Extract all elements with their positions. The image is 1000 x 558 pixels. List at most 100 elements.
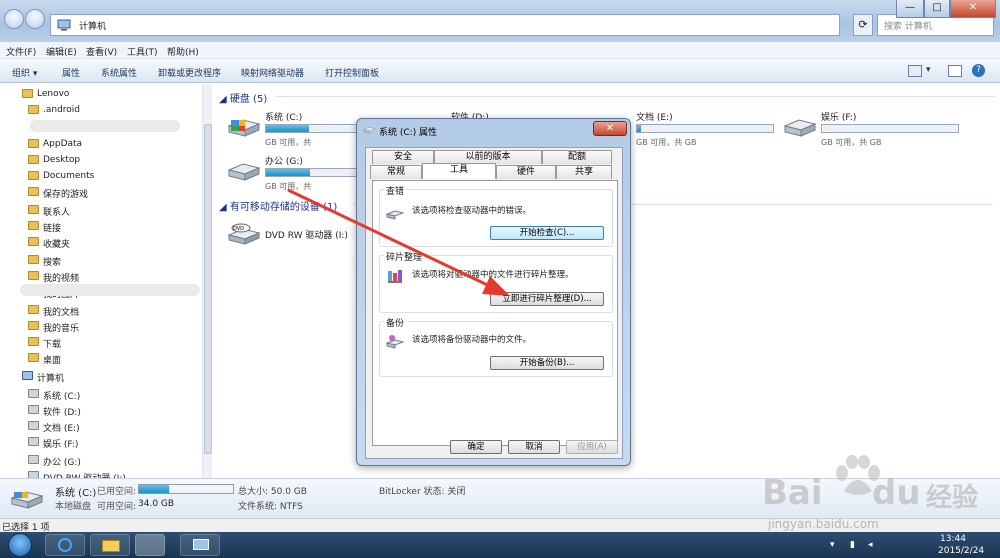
tab-quota[interactable]: 配额 xyxy=(542,150,612,164)
drive-icon xyxy=(28,405,39,414)
tray-volume-icon[interactable]: ◂ xyxy=(868,540,873,550)
sidebar-item-label: 下载 xyxy=(43,340,62,350)
details-free-value: 34.0 GB xyxy=(138,499,175,509)
taskbar-explorer-icon[interactable] xyxy=(90,534,130,556)
address-text: 计算机 xyxy=(79,22,107,32)
sidebar-item-label: 系统 (C:) xyxy=(43,392,81,402)
drive-f-name: 娱乐 (F:) xyxy=(821,113,857,123)
taskbar-ie-icon[interactable] xyxy=(45,534,85,556)
window-title-bar: 计算机 ⟳ 搜索 计算机 — □ ✕ xyxy=(0,0,1000,42)
tab-tools[interactable]: 工具 xyxy=(422,163,496,179)
tab-sharing[interactable]: 共享 xyxy=(556,165,612,179)
folder-icon xyxy=(28,237,39,246)
drive-c-free: GB 可用，共 xyxy=(265,138,312,147)
defrag-title: 碎片整理 xyxy=(384,250,425,263)
menu-file[interactable]: 文件(F) xyxy=(6,45,36,58)
removable-section-header[interactable]: ◢ 有可移动存储的设备 (1) xyxy=(219,198,337,213)
tab-general[interactable]: 常规 xyxy=(370,165,422,179)
folder-icon xyxy=(28,353,39,362)
address-bar[interactable]: 计算机 xyxy=(50,14,840,36)
tray-shield-icon[interactable]: ▾ xyxy=(830,540,835,550)
menu-view[interactable]: 查看(V) xyxy=(86,45,117,58)
details-drive-type: 本地磁盘 xyxy=(55,502,92,512)
drive-g-name: 办公 (G:) xyxy=(265,157,303,167)
forward-button[interactable] xyxy=(25,9,45,29)
start-check-button[interactable]: 开始检查(C)... xyxy=(490,226,604,240)
view-options-icon[interactable] xyxy=(908,65,922,77)
folder-icon xyxy=(28,205,39,214)
system-properties-button[interactable]: 系统属性 xyxy=(101,66,137,79)
computer-icon xyxy=(22,371,33,380)
tray-date[interactable]: 2015/2/24 xyxy=(938,546,984,556)
defrag-now-button[interactable]: 立即进行碎片整理(D)... xyxy=(490,292,604,306)
details-filesystem: 文件系统: NTFS xyxy=(238,502,303,512)
map-network-drive-button[interactable]: 映射网络驱动器 xyxy=(241,66,304,79)
navigation-pane: Lenovo .android AppData Desktop Documents 保存的… xyxy=(0,84,212,484)
sidebar-item-label: 联系人 xyxy=(43,208,71,218)
sidebar-item-label: 软件 (D:) xyxy=(43,408,81,418)
menu-help[interactable]: 帮助(H) xyxy=(167,45,199,58)
ok-button[interactable]: 确定 xyxy=(450,440,502,454)
uninstall-program-button[interactable]: 卸载或更改程序 xyxy=(158,66,221,79)
tab-previous-versions[interactable]: 以前的版本 xyxy=(434,150,542,164)
cancel-button[interactable]: 取消 xyxy=(508,440,560,454)
hdd-section-header[interactable]: ◢ 硬盘 (5) xyxy=(219,90,267,105)
back-button[interactable] xyxy=(4,9,24,29)
sidebar-item-label: 保存的游戏 xyxy=(43,190,89,200)
menu-tools[interactable]: 工具(T) xyxy=(127,45,158,58)
search-placeholder: 搜索 计算机 xyxy=(884,22,932,32)
close-button[interactable]: ✕ xyxy=(950,0,996,18)
tab-hardware[interactable]: 硬件 xyxy=(496,165,556,179)
organize-button[interactable]: 组织 ▾ xyxy=(12,66,37,79)
menu-edit[interactable]: 编辑(E) xyxy=(46,45,77,58)
sidebar-item-label: 我的视频 xyxy=(43,274,80,284)
folder-icon xyxy=(28,105,39,114)
collapse-icon: ◢ xyxy=(219,202,230,213)
watermark-cn: 经验 xyxy=(926,483,979,513)
sidebar-item-label: 我的音乐 xyxy=(43,324,80,334)
apply-button[interactable]: 应用(A) xyxy=(566,440,618,454)
hard-drive-icon xyxy=(227,119,261,137)
folder-icon xyxy=(28,255,39,264)
folder-icon xyxy=(28,187,39,196)
details-usage-bar xyxy=(138,484,234,494)
drive-g-free: GB 可用，共 xyxy=(265,182,312,191)
taskbar-computer-icon[interactable] xyxy=(180,534,220,556)
tray-network-icon[interactable]: ▮ xyxy=(850,540,855,550)
menu-bar: 文件(F) 编辑(E) 查看(V) 工具(T) 帮助(H) xyxy=(0,42,1000,59)
tools-tab-panel: 查错 该选项将检查驱动器中的错误。 开始检查(C)... 碎片整理 该选项将对驱… xyxy=(372,180,618,446)
defrag-icon xyxy=(388,270,402,283)
folder-icon xyxy=(28,171,39,180)
taskbar-app-icon[interactable] xyxy=(135,534,165,556)
dialog-close-button[interactable]: ✕ xyxy=(593,121,627,136)
tray-time[interactable]: 13:44 xyxy=(940,534,966,544)
start-button[interactable] xyxy=(8,533,32,557)
removable-section-label: 有可移动存储的设备 (1) xyxy=(229,202,338,213)
redacted-block xyxy=(20,284,200,296)
start-backup-button[interactable]: 开始备份(B)... xyxy=(490,356,604,370)
scrollbar-thumb[interactable] xyxy=(204,124,212,454)
properties-button[interactable]: 属性 xyxy=(62,66,80,79)
open-control-panel-button[interactable]: 打开控制面板 xyxy=(325,66,379,79)
folder-icon xyxy=(28,321,39,330)
maximize-button[interactable]: □ xyxy=(924,0,950,18)
navigation-scrollbar[interactable] xyxy=(202,84,212,478)
details-drive-name: 系统 (C:) xyxy=(55,488,97,499)
watermark-brand2: du xyxy=(872,473,921,513)
tab-security[interactable]: 安全 xyxy=(372,150,434,164)
drive-f[interactable]: 娱乐 (F:) GB 可用，共 GB xyxy=(783,110,983,150)
view-dropdown-icon[interactable]: ▾ xyxy=(926,65,931,75)
folder-icon xyxy=(28,155,39,164)
refresh-button[interactable]: ⟳ xyxy=(853,14,873,36)
hard-drive-icon xyxy=(363,127,376,134)
backup-icon xyxy=(386,335,404,349)
drive-e-free: GB 可用，共 GB xyxy=(636,138,697,147)
minimize-button[interactable]: — xyxy=(896,0,924,18)
section-divider xyxy=(275,96,995,97)
preview-pane-icon[interactable] xyxy=(948,65,962,77)
help-icon[interactable]: ? xyxy=(972,64,985,77)
drive-icon xyxy=(28,455,39,464)
folder-icon xyxy=(28,337,39,346)
folder-icon xyxy=(28,305,39,314)
folder-icon xyxy=(28,139,39,148)
